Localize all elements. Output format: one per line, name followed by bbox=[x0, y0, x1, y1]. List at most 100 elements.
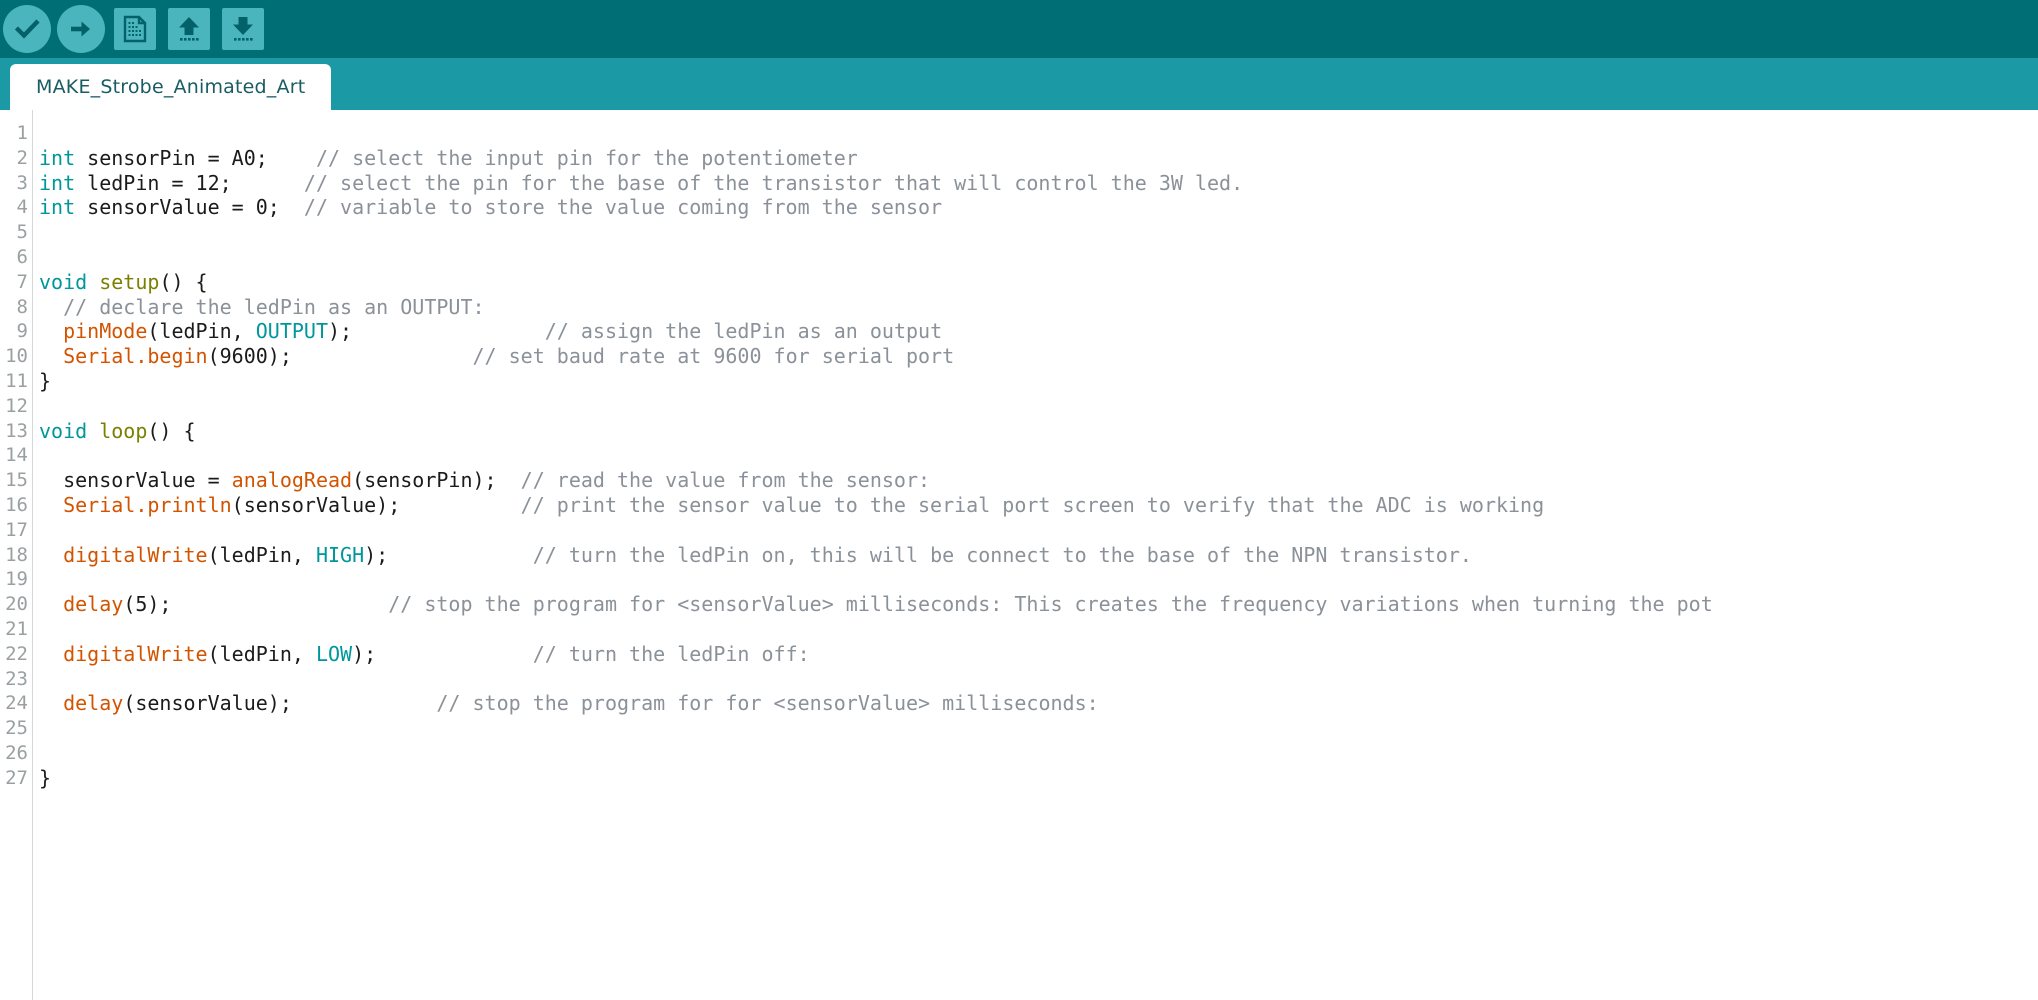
arrow-up-icon bbox=[168, 8, 210, 50]
code-line: sensorValue = analogRead(sensorPin); // … bbox=[39, 468, 2038, 493]
code-token-txt: sensorPin = A0; bbox=[75, 145, 316, 170]
line-number: 12 bbox=[5, 394, 28, 417]
arrow-right-icon bbox=[57, 5, 105, 53]
code-token-txt: () { bbox=[147, 418, 196, 443]
code-token-txt: ); bbox=[364, 542, 533, 567]
check-icon bbox=[3, 5, 51, 53]
line-number: 1 bbox=[16, 122, 28, 144]
code-token-txt: ); bbox=[352, 641, 533, 666]
code-line: delay(5); // stop the program for <senso… bbox=[39, 592, 2038, 617]
line-number: 2 bbox=[16, 146, 28, 169]
code-editor[interactable]: 1 2 3 4 5 6 7 8 9 10 11 12 13 14 15 16 17 18 19 20 21 22 23 24 2… bbox=[0, 110, 2038, 1000]
code-line: int sensorValue = 0; // variable to stor… bbox=[39, 195, 2038, 220]
code-token-txt: } bbox=[39, 368, 52, 393]
code-token-txt: } bbox=[39, 765, 52, 790]
code-token-cmt: // declare the ledPin as an OUTPUT: bbox=[63, 294, 485, 319]
line-number: 27 bbox=[5, 766, 28, 789]
code-token-txt: (sensorValue); bbox=[123, 691, 437, 716]
line-number: 5 bbox=[16, 221, 28, 244]
verify-button[interactable] bbox=[3, 5, 51, 53]
code-token-cmt: // turn the ledPin on, this will be conn… bbox=[532, 542, 1472, 567]
line-number: 6 bbox=[16, 245, 28, 268]
code-token-txt: (ledPin, bbox=[147, 319, 256, 344]
line-number-gutter: 1 2 3 4 5 6 7 8 9 10 11 12 13 14 15 16 17 18 19 20 21 22 23 24 2… bbox=[0, 110, 33, 1000]
code-token-cmt: // stop the program for for <sensorValue… bbox=[436, 691, 1099, 716]
upload-button[interactable] bbox=[57, 5, 105, 53]
code-token-kw: int bbox=[39, 195, 76, 220]
code-line: } bbox=[39, 766, 2038, 791]
code-line: Serial.println(sensorValue); // print th… bbox=[39, 493, 2038, 518]
line-number: 19 bbox=[5, 568, 28, 591]
line-number: 11 bbox=[5, 369, 28, 392]
line-number: 23 bbox=[5, 667, 28, 690]
save-button[interactable] bbox=[219, 5, 267, 53]
line-number: 18 bbox=[5, 543, 28, 566]
new-document-icon bbox=[114, 8, 156, 50]
code-line: pinMode(ledPin, OUTPUT); // assign the l… bbox=[39, 319, 2038, 344]
code-token-cmt: // turn the ledPin off: bbox=[532, 641, 810, 666]
line-number: 25 bbox=[5, 717, 28, 740]
code-token-call: digitalWrite bbox=[63, 641, 208, 666]
code-token-cnst: HIGH bbox=[315, 542, 365, 567]
sketch-tab-label: MAKE_Strobe_Animated_Art bbox=[36, 76, 306, 98]
code-token-call: analogRead bbox=[231, 468, 353, 493]
arrow-down-icon bbox=[222, 8, 264, 50]
code-token-cmt: // variable to store the value coming fr… bbox=[303, 195, 943, 220]
code-line: int ledPin = 12; // select the pin for t… bbox=[39, 171, 2038, 196]
code-token-txt: (ledPin, bbox=[207, 542, 316, 567]
line-number: 17 bbox=[5, 518, 28, 541]
new-button[interactable] bbox=[111, 5, 159, 53]
code-text-area[interactable]: int sensorPin = A0; // select the input … bbox=[33, 110, 2038, 1000]
code-token-fn: loop bbox=[99, 418, 148, 443]
line-number: 3 bbox=[16, 171, 28, 194]
code-token-cmt: // select the input pin for the potentio… bbox=[315, 145, 858, 170]
code-token-fn: setup bbox=[99, 269, 160, 294]
line-number: 9 bbox=[16, 320, 28, 343]
open-button[interactable] bbox=[165, 5, 213, 53]
code-token-txt: (5); bbox=[123, 592, 389, 617]
line-number: 7 bbox=[16, 270, 28, 293]
code-line: Serial.begin(9600); // set baud rate at … bbox=[39, 344, 2038, 369]
line-number: 20 bbox=[5, 593, 28, 616]
code-token-call: delay bbox=[63, 691, 124, 716]
code-line: int sensorPin = A0; // select the input … bbox=[39, 146, 2038, 171]
code-token-cmt: // set baud rate at 9600 for serial port bbox=[472, 344, 955, 369]
code-token-cmt: // stop the program for <sensorValue> mi… bbox=[388, 592, 1713, 617]
line-number: 4 bbox=[16, 196, 28, 219]
line-number: 21 bbox=[5, 617, 28, 640]
code-line: void loop() { bbox=[39, 419, 2038, 444]
code-token-kw: int bbox=[39, 145, 76, 170]
line-number: 24 bbox=[5, 692, 28, 715]
line-number: 16 bbox=[5, 493, 28, 516]
code-token-kw: int bbox=[39, 170, 76, 195]
sketch-tab-active[interactable]: MAKE_Strobe_Animated_Art bbox=[10, 64, 332, 110]
code-token-call: Serial.println bbox=[63, 492, 232, 517]
arduino-ide-window: MAKE_Strobe_Animated_Art 1 2 3 4 5 6 7 8 9 10 11 12… bbox=[0, 0, 2038, 1000]
code-token-txt: (9600); bbox=[207, 344, 473, 369]
code-token-call: Serial.begin bbox=[63, 344, 208, 369]
code-line: digitalWrite(ledPin, LOW); // turn the l… bbox=[39, 642, 2038, 667]
code-token-txt: (sensorValue); bbox=[231, 492, 521, 517]
code-token-call: pinMode bbox=[63, 319, 148, 344]
code-line: } bbox=[39, 369, 2038, 394]
code-token-cmt: // assign the ledPin as an output bbox=[544, 319, 943, 344]
main-toolbar bbox=[0, 0, 2038, 58]
line-number: 8 bbox=[16, 295, 28, 318]
